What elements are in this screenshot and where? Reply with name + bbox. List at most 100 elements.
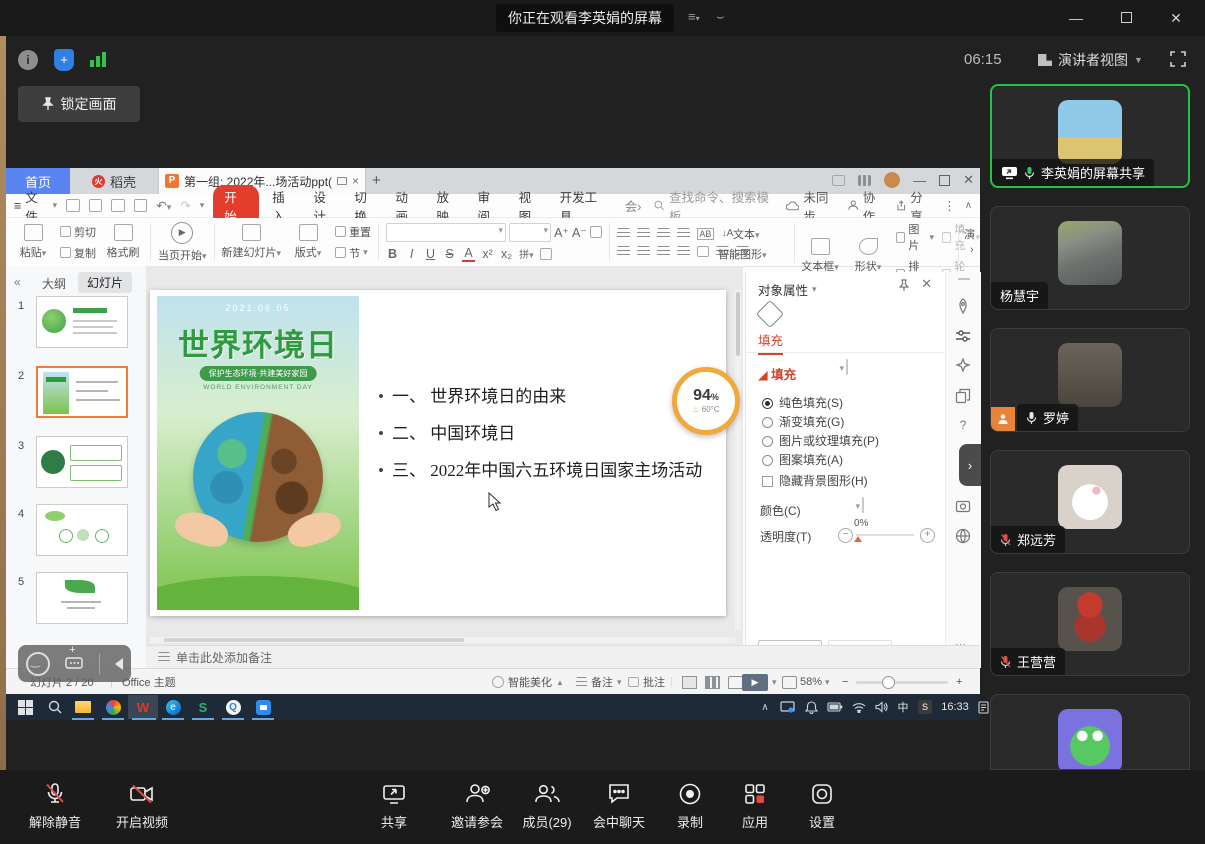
- zoom-control[interactable]: 58%▾: [782, 669, 830, 695]
- collapse-ribbon-icon[interactable]: ∧: [965, 200, 972, 211]
- save-icon[interactable]: [89, 199, 103, 212]
- ribbon-tab-member[interactable]: 会›: [621, 195, 646, 216]
- fullscreen-icon[interactable]: [1170, 51, 1186, 67]
- minimize-button[interactable]: —: [1063, 6, 1089, 30]
- color-select[interactable]: [862, 497, 864, 513]
- file-explorer-icon[interactable]: [70, 695, 96, 719]
- transparency-slider[interactable]: [856, 534, 914, 536]
- bullet-list-icon[interactable]: [617, 228, 630, 239]
- zoom-in-button[interactable]: +: [956, 669, 962, 695]
- help-icon[interactable]: ?: [955, 418, 971, 434]
- font-color-button[interactable]: A: [462, 246, 475, 262]
- format-painter-button[interactable]: 格式刷: [103, 224, 143, 260]
- ai-assistant-icon[interactable]: [955, 298, 971, 314]
- participant-tile-partial[interactable]: [990, 694, 1190, 770]
- wps-minimize-icon[interactable]: —: [913, 173, 926, 188]
- expand-panel-tab[interactable]: ›: [959, 444, 981, 486]
- participant-tile[interactable]: 杨慧宇: [990, 206, 1190, 310]
- more-icon[interactable]: ⋮: [943, 198, 956, 213]
- translate-icon[interactable]: [955, 528, 971, 544]
- slide-thumbnail-2[interactable]: [36, 366, 128, 418]
- ribbon-scroll-right-icon[interactable]: ›: [970, 244, 974, 256]
- phonetic-button[interactable]: 拼▾: [519, 246, 534, 261]
- clear-format-icon[interactable]: [590, 226, 602, 238]
- italic-button[interactable]: I: [405, 247, 418, 261]
- grid-view-icon[interactable]: [858, 175, 871, 186]
- font-family-select[interactable]: [386, 223, 506, 242]
- reset-slide-button[interactable]: 重置: [335, 224, 371, 240]
- menu-icon[interactable]: ≡▾: [688, 9, 700, 24]
- current-slide[interactable]: 2021.06.05 世界环境日 保护生态环境·共建美好家园 WORLD ENV…: [150, 290, 726, 616]
- undo-icon[interactable]: ↶▾: [156, 198, 171, 213]
- edge-icon[interactable]: e: [160, 695, 186, 719]
- tab-docer[interactable]: 火 稻壳: [70, 168, 158, 194]
- subscript-button[interactable]: x₂: [500, 247, 513, 261]
- tray-battery-icon[interactable]: [822, 695, 848, 719]
- checkbox-hide-background[interactable]: 隐藏背景图形(H): [762, 472, 868, 489]
- emoji-icon[interactable]: [26, 652, 50, 676]
- info-icon[interactable]: i: [18, 50, 38, 70]
- meeting-app-icon[interactable]: [250, 695, 276, 719]
- fill-preset-select[interactable]: [846, 359, 848, 375]
- slide-thumbnail-3[interactable]: [36, 436, 128, 488]
- split-view-icon[interactable]: [832, 175, 845, 186]
- print-preview-icon[interactable]: [134, 199, 148, 212]
- highlight-icon[interactable]: [540, 248, 552, 260]
- font-decrease-button[interactable]: A⁻: [572, 225, 587, 240]
- properties-icon[interactable]: [955, 328, 971, 344]
- browser-icon[interactable]: [100, 695, 126, 719]
- pin-panel-icon[interactable]: [898, 279, 910, 292]
- participant-tile-sharing[interactable]: 李英娟的屏幕共享: [990, 84, 1190, 188]
- transparency-plus-button[interactable]: +: [920, 528, 935, 543]
- quickbar-expand-icon[interactable]: ▾: [200, 200, 205, 211]
- find-text-button[interactable]: 文本▾: [733, 226, 760, 242]
- decrease-indent-icon[interactable]: [657, 228, 670, 239]
- radio-picture-fill[interactable]: 图片或纹理填充(P): [762, 432, 879, 449]
- collapse-panel-icon[interactable]: «: [14, 275, 21, 289]
- notes-toggle-button[interactable]: 备注▾: [576, 669, 622, 695]
- transparency-minus-button[interactable]: −: [838, 528, 853, 543]
- sorter-view-icon[interactable]: [705, 676, 720, 689]
- slide-thumbnail-5[interactable]: [36, 572, 128, 624]
- play-from-current-button[interactable]: ▶ 当页开始▾: [158, 222, 207, 263]
- new-doc-icon[interactable]: [66, 199, 80, 212]
- maximize-button[interactable]: [1113, 6, 1139, 30]
- members-button[interactable]: 成员(29): [522, 781, 571, 831]
- reaction-quick-panel[interactable]: +: [18, 645, 131, 682]
- slide-text[interactable]: •一、 世界环境日的由来 •二、 中国环境日 •三、 2022年中国六五环境日国…: [378, 386, 714, 497]
- participant-tile[interactable]: 郑远芳: [990, 450, 1190, 554]
- horizontal-scrollbar[interactable]: [150, 637, 735, 643]
- numbered-list-icon[interactable]: [637, 228, 650, 239]
- view-mode-selector[interactable]: 演讲者视图 ▼: [1038, 50, 1143, 70]
- q-app-icon[interactable]: Q: [220, 695, 246, 719]
- chat-button[interactable]: 会中聊天: [593, 781, 645, 831]
- radio-solid-fill[interactable]: 纯色填充(S): [762, 394, 843, 411]
- bold-button[interactable]: B: [386, 247, 399, 261]
- print-icon[interactable]: [111, 199, 125, 212]
- new-slide-button[interactable]: 新建幻灯片▾: [222, 224, 282, 260]
- vertical-scrollbar[interactable]: [735, 290, 741, 630]
- align-left-icon[interactable]: [617, 246, 630, 257]
- strike-button[interactable]: S: [443, 247, 456, 261]
- text-direction-button[interactable]: AB: [697, 228, 714, 240]
- paste-button[interactable]: 粘贴▾: [13, 224, 53, 260]
- reading-view-icon[interactable]: [728, 676, 743, 689]
- redo-icon[interactable]: ↷: [180, 198, 190, 213]
- slide-thumbnail-4[interactable]: [36, 504, 128, 556]
- comments-button[interactable]: 批注: [628, 669, 665, 695]
- tab-outline[interactable]: 大纲: [42, 275, 66, 292]
- start-button[interactable]: [12, 695, 38, 719]
- columns-icon[interactable]: [697, 246, 709, 257]
- tray-bell-icon[interactable]: [798, 695, 824, 719]
- wps-maximize-icon[interactable]: [939, 175, 950, 186]
- collapse-left-icon[interactable]: [115, 658, 123, 670]
- apps-button[interactable]: 应用: [742, 781, 768, 831]
- fill-section-label[interactable]: ◢ 填充: [758, 364, 796, 383]
- justify-icon[interactable]: [677, 246, 690, 257]
- wps-taskbar-icon[interactable]: W: [128, 695, 158, 719]
- increase-indent-icon[interactable]: [677, 228, 690, 239]
- line-spacing-button[interactable]: ↓A: [721, 228, 734, 239]
- zoom-out-button[interactable]: −: [842, 669, 848, 695]
- unmute-button[interactable]: 解除静音: [29, 781, 81, 831]
- slide-thumbnail-1[interactable]: [36, 296, 128, 348]
